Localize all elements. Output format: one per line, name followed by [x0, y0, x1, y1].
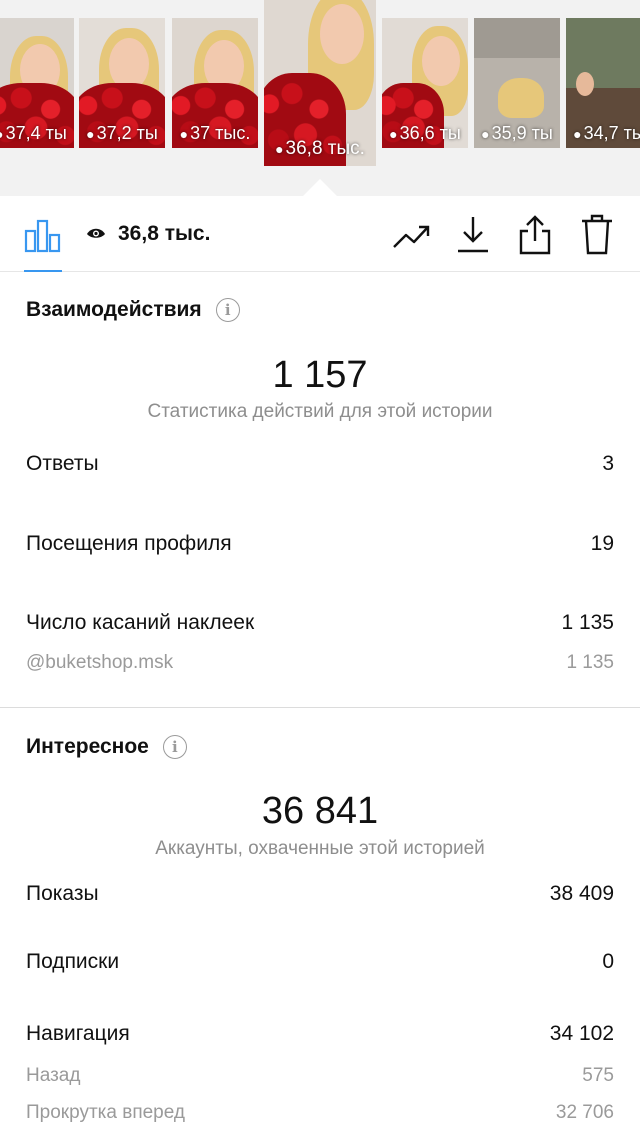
bar-chart-icon[interactable] — [24, 216, 62, 254]
view-count: 36,8 тыс. — [118, 222, 211, 245]
stat-label: Подписки — [26, 950, 120, 973]
interactions-total: 1 157 — [272, 354, 368, 396]
discovery-section-title: Интересное i — [26, 735, 187, 759]
story-views-label: ● 35,9 ты — [481, 123, 553, 143]
eye-icon — [87, 228, 105, 238]
stat-value: 19 — [590, 532, 614, 555]
stat-label: Показы — [26, 882, 99, 905]
story-views-label: ● 36,6 ты — [389, 123, 461, 143]
stat-subrow-back: Назад 575 — [26, 1065, 614, 1087]
stat-row-navigation: Навигация 34 102 — [26, 1022, 614, 1046]
stat-value: 3 — [602, 452, 614, 475]
info-icon[interactable]: i — [162, 735, 187, 759]
trend-icon[interactable] — [392, 218, 432, 254]
stat-row-replies: Ответы 3 — [26, 452, 614, 476]
story-thumbnail[interactable]: ●37,4 ты — [0, 18, 74, 148]
interactions-section-title: Взаимодействия i — [26, 298, 240, 322]
stat-value: 38 409 — [549, 882, 614, 905]
stat-subvalue: 1 135 — [566, 652, 614, 673]
story-views-label: ●37,4 ты — [0, 123, 67, 143]
story-views-label: ● 37,2 ты — [86, 123, 158, 143]
stat-value: 0 — [602, 950, 614, 973]
stat-row-follows: Подписки 0 — [26, 950, 614, 974]
stat-label: Навигация — [26, 1022, 130, 1045]
story-views-label: ● 37 тыс. — [179, 123, 251, 143]
discovery-title-text: Интересное — [26, 735, 149, 758]
info-icon[interactable]: i — [215, 298, 240, 322]
stat-row-profile-visits: Посещения профиля 19 — [26, 532, 614, 556]
download-icon[interactable] — [454, 212, 492, 256]
story-thumbnail-strip[interactable]: ●37,4 ты ●37,2 ты ●37 тыс. ●36,8 тыс. ●3… — [0, 0, 640, 196]
stat-label: Посещения профиля — [26, 532, 232, 555]
discovery-caption: Аккаунты, охваченные этой историей — [155, 838, 485, 859]
story-thumbnail[interactable]: ● 34,7 ты — [566, 18, 640, 148]
interactions-title-text: Взаимодействия — [26, 298, 202, 321]
interactions-caption: Статистика действий для этой истории — [147, 401, 493, 422]
story-thumbnail[interactable]: ● 35,9 ты — [474, 18, 560, 148]
stat-sublabel: Назад — [26, 1065, 81, 1086]
selection-caret — [303, 179, 337, 196]
stat-value: 34 102 — [549, 1022, 614, 1045]
story-thumbnail[interactable]: ● 37,2 ты — [79, 18, 165, 148]
story-views-label: ● 36,8 тыс. — [275, 138, 365, 159]
discovery-total: 36 841 — [261, 790, 379, 832]
section-divider — [0, 707, 640, 708]
stat-value: 1 135 — [561, 611, 614, 634]
stat-subrow-sticker-account[interactable]: @buketshop.msk 1 135 — [26, 652, 614, 674]
stat-sublabel: Прокрутка вперед — [26, 1102, 185, 1123]
view-count-summary: 36,8 тыс. — [86, 222, 210, 246]
stat-label: Число касаний наклеек — [26, 611, 255, 634]
story-thumbnail[interactable]: ● 36,6 ты — [382, 18, 468, 148]
trash-icon[interactable] — [578, 212, 616, 256]
stat-label: Ответы — [26, 452, 99, 475]
stat-sublabel[interactable]: @buketshop.msk — [26, 652, 173, 674]
story-thumbnail-selected[interactable]: ● 36,8 тыс. — [264, 0, 376, 166]
stat-subvalue: 32 706 — [555, 1102, 614, 1123]
story-thumbnail[interactable]: ● 37 тыс. — [172, 18, 258, 148]
stat-row-sticker-taps: Число касаний наклеек 1 135 — [26, 611, 614, 635]
stat-row-impressions: Показы 38 409 — [26, 882, 614, 906]
share-icon[interactable] — [516, 212, 554, 256]
story-views-label: ● 34,7 ты — [573, 123, 640, 143]
stat-subvalue: 575 — [582, 1065, 614, 1086]
stat-subrow-forward: Прокрутка вперед 32 706 — [26, 1102, 614, 1124]
tab-indicator — [24, 270, 62, 272]
